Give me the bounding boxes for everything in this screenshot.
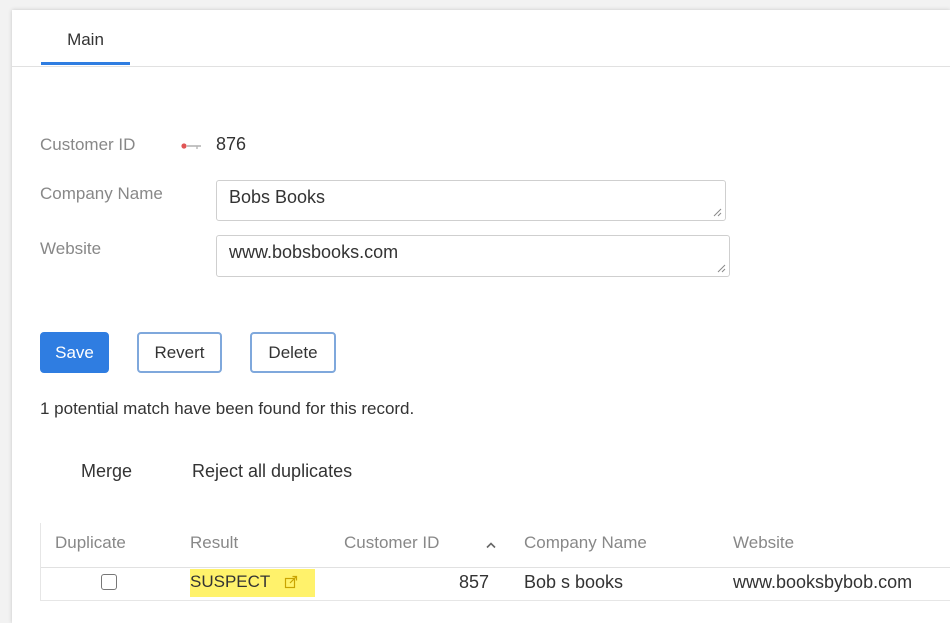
company-name-label: Company Name	[40, 184, 163, 203]
column-header-result[interactable]: Result	[190, 533, 238, 553]
save-button[interactable]: Save	[40, 332, 109, 373]
resize-grip-icon[interactable]	[713, 208, 722, 217]
key-icon	[181, 143, 201, 149]
column-header-company-name[interactable]: Company Name	[524, 533, 647, 553]
merge-button[interactable]: Merge	[81, 461, 132, 482]
record-panel: Main Customer ID 876 Company Name Bobs B…	[12, 10, 950, 623]
company-name-value: Bobs Books	[229, 187, 326, 207]
revert-button[interactable]: Revert	[137, 332, 222, 373]
table-header: Duplicate Result Customer ID Company Nam…	[41, 523, 950, 568]
sort-ascending-icon[interactable]	[485, 541, 497, 549]
website-cell: www.booksbybob.com	[733, 572, 913, 592]
customer-id-value: 876	[216, 134, 247, 154]
delete-button[interactable]: Delete	[250, 332, 336, 373]
external-link-icon[interactable]	[284, 575, 298, 589]
website-label: Website	[40, 239, 102, 258]
website-field[interactable]: www.bobsbooks.com	[216, 235, 730, 277]
column-header-customer-id[interactable]: Customer ID	[344, 533, 439, 553]
tab-main[interactable]: Main	[41, 10, 130, 66]
website-value: www.bobsbooks.com	[229, 242, 399, 262]
company-name-field[interactable]: Bobs Books	[216, 180, 726, 221]
column-header-website[interactable]: Website	[733, 533, 794, 553]
duplicates-table: Duplicate Result Customer ID Company Nam…	[40, 523, 950, 601]
result-value[interactable]: SUSPECT	[190, 572, 270, 592]
customer-id-cell: 857	[459, 572, 490, 592]
company-name-cell: Bob s books	[524, 572, 624, 592]
active-tab-indicator	[41, 62, 130, 65]
reject-all-duplicates-button[interactable]: Reject all duplicates	[192, 461, 352, 482]
table-row: SUSPECT 857 Bob s books www.booksbybob.c…	[41, 567, 950, 600]
duplicate-checkbox[interactable]	[101, 574, 117, 590]
customer-id-label: Customer ID	[40, 135, 136, 154]
column-header-duplicate[interactable]: Duplicate	[55, 533, 126, 553]
match-notice: 1 potential match have been found for th…	[40, 399, 415, 418]
tab-bar: Main	[12, 10, 950, 67]
resize-grip-icon[interactable]	[717, 264, 726, 273]
